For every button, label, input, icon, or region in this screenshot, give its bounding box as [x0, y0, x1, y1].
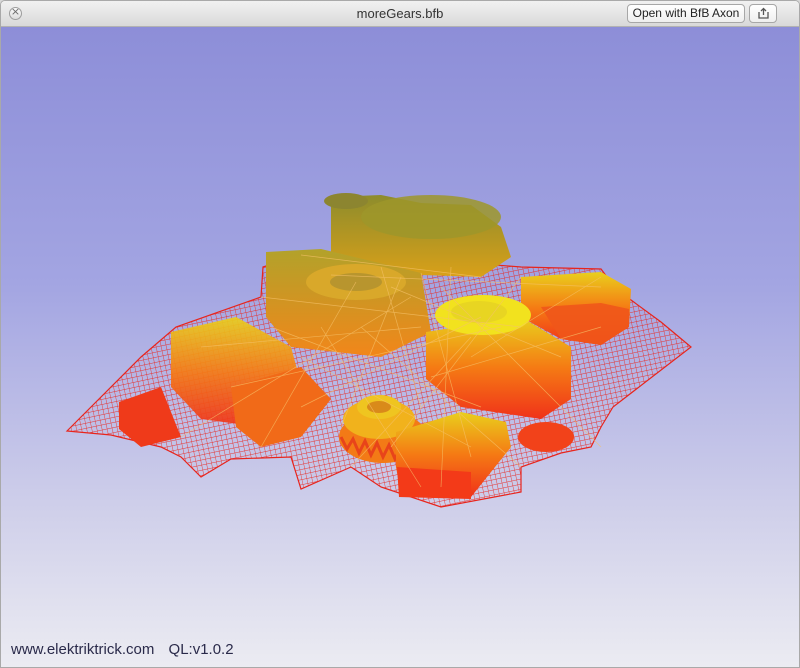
version-label: QL:v1.0.2: [168, 641, 234, 658]
footer-info: www.elektriktrick.com QL:v1.0.2: [11, 641, 244, 658]
share-icon: [758, 7, 769, 19]
open-with-app-button[interactable]: Open with BfB Axon: [627, 4, 745, 23]
gcode-model-render: [65, 193, 692, 508]
website-label: www.elektriktrick.com: [11, 641, 155, 658]
quicklook-window: × moreGears.bfb Open with BfB Axon www.e…: [0, 0, 800, 668]
title-bar: × moreGears.bfb Open with BfB Axon: [1, 1, 799, 27]
3d-viewport[interactable]: www.elektriktrick.com QL:v1.0.2: [1, 27, 799, 667]
share-button[interactable]: [749, 4, 777, 23]
